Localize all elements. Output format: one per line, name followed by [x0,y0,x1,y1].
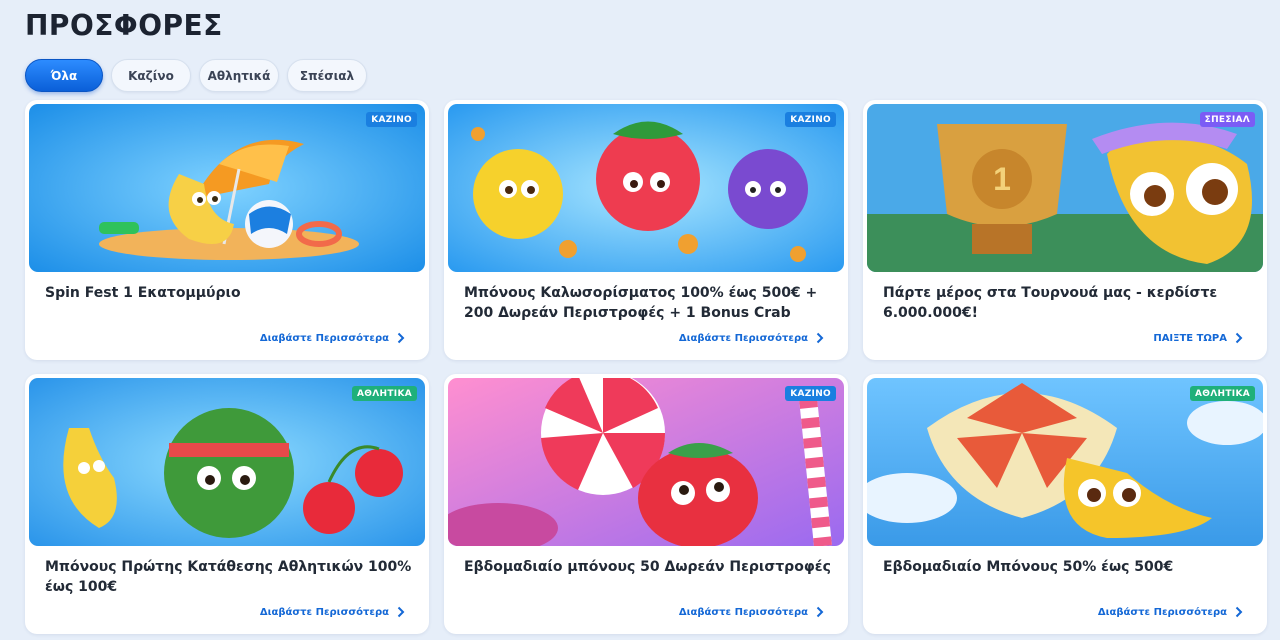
chevron-right-icon [816,606,824,618]
chevron-right-icon [397,606,405,618]
watermelon-cherries-image: ΑΘΛΗΤΙΚΑ [29,378,425,546]
category-badge: ΚΑΖΙΝΟ [366,112,417,127]
chevron-right-icon [397,332,405,344]
read-more-label: Διαβάστε Περισσότερα [678,606,808,618]
read-more-link[interactable]: Διαβάστε Περισσότερα [260,606,405,618]
promo-card[interactable]: 1 ΣΠΕΣΙΑΛ Πάρτε μέρος στα Τουρνουά μας -… [863,100,1267,360]
read-more-label: Διαβάστε Περισσότερα [259,606,389,618]
promo-title: Πάρτε μέρος στα Τουρνουά μας - κερδίστε … [883,285,1218,321]
filter-special[interactable]: Σπέσιαλ [287,59,367,92]
read-more-link[interactable]: Διαβάστε Περισσότερα [260,332,405,344]
read-more-link[interactable]: Διαβάστε Περισσότερα [679,332,824,344]
promo-card[interactable]: ΚΑΖΙΝΟ Μπόνους Καλωσορίσματος 100% έως 5… [444,100,848,360]
promo-title: Μπόνους Καλωσορίσματος 100% έως 500€ + 2… [464,285,818,321]
promo-card[interactable]: ΚΑΖΙΝΟ Spin Fest 1 Εκατομμύριο Διαβάστε … [25,100,429,360]
read-more-label: Διαβάστε Περισσότερα [1097,606,1227,618]
category-badge: ΑΘΛΗΤΙΚΑ [352,386,417,401]
category-badge: ΑΘΛΗΤΙΚΑ [1190,386,1255,401]
filter-tabs: Όλα Καζίνο Αθλητικά Σπέσιαλ [25,59,367,92]
banana-umbrella-beach-image: ΚΑΖΙΝΟ [29,104,425,272]
play-now-label: ΠΑΙΞΤΕ ΤΩΡΑ [1153,332,1227,344]
page-title: ΠΡΟΣΦΟΡΕΣ [25,9,223,42]
read-more-link[interactable]: Διαβάστε Περισσότερα [679,606,824,618]
filter-sports[interactable]: Αθλητικά [199,59,279,92]
chevron-right-icon [1235,606,1243,618]
category-badge: ΚΑΖΙΝΟ [785,112,836,127]
promo-card[interactable]: ΑΘΛΗΤΙΚΑ Μπόνους Πρώτης Κατάθεσης Αθλητι… [25,374,429,634]
parachute-banana-image: ΑΘΛΗΤΙΚΑ [867,378,1263,546]
read-more-label: Διαβάστε Περισσότερα [678,332,808,344]
svg-text:1: 1 [993,161,1011,197]
promo-card[interactable]: ΚΑΖΙΝΟ Εβδομαδιαίο μπόνους 50 Δωρεάν Περ… [444,374,848,634]
promo-title: Εβδομαδιαίο μπόνους 50 Δωρεάν Περιστροφέ… [464,559,831,575]
chevron-right-icon [816,332,824,344]
filter-all[interactable]: Όλα [25,59,103,92]
fruits-coins-image: ΚΑΖΙΝΟ [448,104,844,272]
promo-title: Μπόνους Πρώτης Κατάθεσης Αθλητικών 100% … [45,559,412,595]
trophy-banana-image: 1 ΣΠΕΣΙΑΛ [867,104,1263,272]
candy-strawberry-image: ΚΑΖΙΝΟ [448,378,844,546]
chevron-right-icon [1235,332,1243,344]
read-more-link[interactable]: Διαβάστε Περισσότερα [1098,606,1243,618]
category-badge: ΣΠΕΣΙΑΛ [1199,112,1255,127]
read-more-label: Διαβάστε Περισσότερα [259,332,389,344]
promo-title: Spin Fest 1 Εκατομμύριο [45,285,241,301]
play-now-link[interactable]: ΠΑΙΞΤΕ ΤΩΡΑ [1153,332,1243,344]
filter-casino[interactable]: Καζίνο [111,59,191,92]
promo-card[interactable]: ΑΘΛΗΤΙΚΑ Εβδομαδιαίο Μπόνους 50% έως 500… [863,374,1267,634]
promo-title: Εβδομαδιαίο Μπόνους 50% έως 500€ [883,559,1174,575]
category-badge: ΚΑΖΙΝΟ [785,386,836,401]
